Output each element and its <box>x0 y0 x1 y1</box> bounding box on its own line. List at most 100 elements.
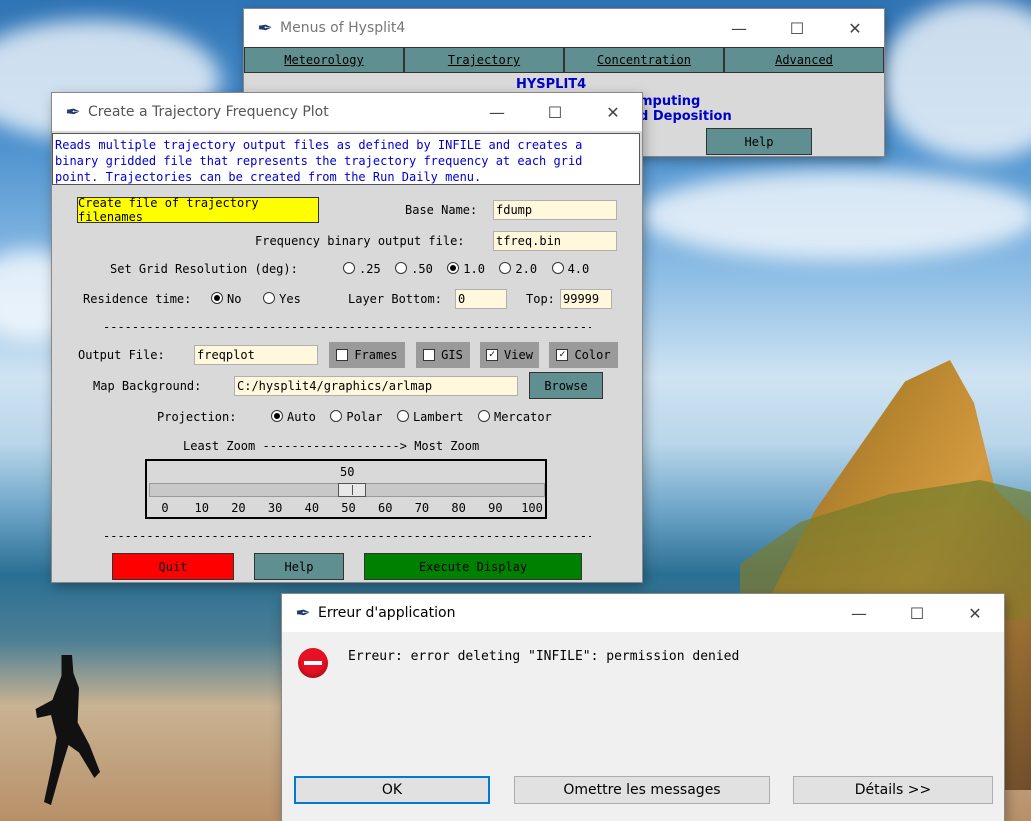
close-icon: ✕ <box>848 18 862 38</box>
feather-icon: ✒ <box>65 101 81 123</box>
grid-option-050[interactable]: .50 <box>395 262 433 276</box>
zoom-trough[interactable] <box>149 483 545 497</box>
zoom-value: 50 <box>340 465 355 479</box>
menus-line-3: d Deposition <box>639 109 732 124</box>
residence-time-label: Residence time: <box>83 292 192 306</box>
close-button[interactable]: ✕ <box>946 594 1004 632</box>
grid-option-1-0[interactable]: 1.0 <box>447 262 485 276</box>
radio-selected-icon <box>211 292 223 304</box>
close-icon: ✕ <box>606 102 620 122</box>
maximize-button[interactable]: ☐ <box>768 9 826 47</box>
menu-trajectory[interactable]: Trajectory <box>404 47 564 73</box>
error-icon <box>298 648 328 678</box>
error-title: Erreur d'application <box>318 605 456 621</box>
view-checkbox[interactable]: ✓ View <box>480 342 539 368</box>
zoom-tick-label: 20 <box>231 501 246 515</box>
radio-icon <box>551 262 564 274</box>
minimize-icon: — <box>731 18 747 38</box>
checkbox-checked-icon: ✓ <box>556 349 569 361</box>
base-name-input[interactable]: fdump <box>493 200 617 220</box>
ok-button[interactable]: OK <box>294 776 490 804</box>
projection-options: Auto Polar Lambert Mercator <box>271 410 552 424</box>
gis-checkbox[interactable]: GIS <box>416 342 470 368</box>
projection-option-auto[interactable]: Auto <box>271 410 316 424</box>
minimize-button[interactable]: — <box>710 9 768 47</box>
residence-option-yes[interactable]: Yes <box>263 292 301 306</box>
zoom-tick-label: 50 <box>341 501 356 515</box>
maximize-button[interactable]: ☐ <box>888 594 946 632</box>
frames-checkbox[interactable]: Frames <box>329 342 405 368</box>
projection-option-polar[interactable]: Polar <box>330 410 382 424</box>
menu-concentration[interactable]: Concentration <box>564 47 724 73</box>
minimize-button[interactable]: — <box>830 594 888 632</box>
menus-line-2: mputing <box>639 94 701 109</box>
radio-icon <box>395 262 408 274</box>
radio-icon <box>499 262 512 274</box>
layer-bottom-input[interactable]: 0 <box>455 289 507 309</box>
minimize-icon: — <box>489 102 505 122</box>
map-background-input[interactable]: C:/hysplit4/graphics/arlmap <box>234 376 518 396</box>
close-button[interactable]: ✕ <box>584 93 642 131</box>
execute-display-button[interactable]: Execute Display <box>364 553 582 580</box>
radio-icon <box>330 410 343 422</box>
error-message: Erreur: error deleting "INFILE": permiss… <box>348 649 740 664</box>
quit-button[interactable]: Quit <box>112 553 234 580</box>
radio-icon <box>396 410 409 422</box>
top-input[interactable]: 99999 <box>560 289 612 309</box>
projection-option-mercator[interactable]: Mercator <box>477 410 552 424</box>
feather-icon: ✒ <box>295 602 311 624</box>
maximize-icon: ☐ <box>789 18 805 38</box>
close-button[interactable]: ✕ <box>826 9 884 47</box>
radio-icon <box>343 262 355 274</box>
output-file-input[interactable]: freqplot <box>194 345 318 365</box>
close-icon: ✕ <box>968 603 982 623</box>
zoom-ticks: 0 10 20 30 40 50 60 70 80 90 100 <box>147 501 545 517</box>
traj-title: Create a Trajectory Frequency Plot <box>88 104 329 120</box>
zoom-tick-label: 80 <box>451 501 466 515</box>
maximize-icon: ☐ <box>547 102 563 122</box>
checkbox-icon <box>423 349 436 361</box>
feather-icon: ✒ <box>257 17 273 39</box>
top-label: Top: <box>526 292 555 306</box>
cloud <box>640 170 1031 260</box>
base-name-label: Base Name: <box>405 203 478 217</box>
browse-button[interactable]: Browse <box>529 372 603 399</box>
skip-messages-button[interactable]: Omettre les messages <box>514 776 770 804</box>
residence-option-no[interactable]: No <box>211 292 241 306</box>
menu-advanced[interactable]: Advanced <box>724 47 884 73</box>
maximize-button[interactable]: ☐ <box>526 93 584 131</box>
zoom-tick-label: 0 <box>161 501 169 515</box>
zoom-slider-thumb[interactable] <box>337 483 366 497</box>
output-file-label: Output File: <box>78 348 165 362</box>
zoom-tick-label: 90 <box>488 501 503 515</box>
zoom-tick-label: 40 <box>304 501 320 515</box>
radio-icon <box>263 292 276 304</box>
color-checkbox[interactable]: ✓ Color <box>549 342 618 368</box>
runner-silhouette <box>35 655 100 805</box>
cloud <box>880 0 1031 160</box>
grid-resolution-label: Set Grid Resolution (deg): <box>110 262 298 276</box>
menu-meteorology[interactable]: Meteorology <box>244 47 404 73</box>
minimize-button[interactable]: — <box>468 93 526 131</box>
create-filenames-button[interactable]: Create file of trajectory filenames <box>77 196 319 224</box>
freq-file-input[interactable]: tfreq.bin <box>493 231 617 251</box>
grid-option-2-0[interactable]: 2.0 <box>499 262 537 276</box>
trajectory-frequency-window: ✒ Create a Trajectory Frequency Plot — ☐… <box>52 93 642 582</box>
projection-option-lambert[interactable]: Lambert <box>396 410 464 424</box>
residence-options: No Yes <box>211 292 301 306</box>
help-button[interactable]: Help <box>254 553 344 580</box>
radio-selected-icon <box>271 410 283 422</box>
traj-titlebar: ✒ Create a Trajectory Frequency Plot — ☐… <box>52 93 642 131</box>
menus-help-button[interactable]: Help <box>706 128 812 155</box>
zoom-scale: 50 0 10 20 30 40 50 60 70 80 90 100 <box>145 459 547 519</box>
zoom-tick-label: 70 <box>414 501 430 515</box>
grid-option-025[interactable]: .25 <box>343 262 381 276</box>
details-button[interactable]: Détails >> <box>793 776 993 804</box>
freq-file-label: Frequency binary output file: <box>255 234 465 248</box>
menubar: Meteorology Trajectory Concentration Adv… <box>244 47 884 73</box>
menus-titlebar: ✒ Menus of Hysplit4 — ☐ ✕ <box>244 9 884 47</box>
grid-option-4-0[interactable]: 4.0 <box>551 262 589 276</box>
radio-icon <box>477 410 490 422</box>
description-text: Reads multiple trajectory output files a… <box>52 133 640 185</box>
separator-line: ----------------------------------------… <box>103 529 591 543</box>
